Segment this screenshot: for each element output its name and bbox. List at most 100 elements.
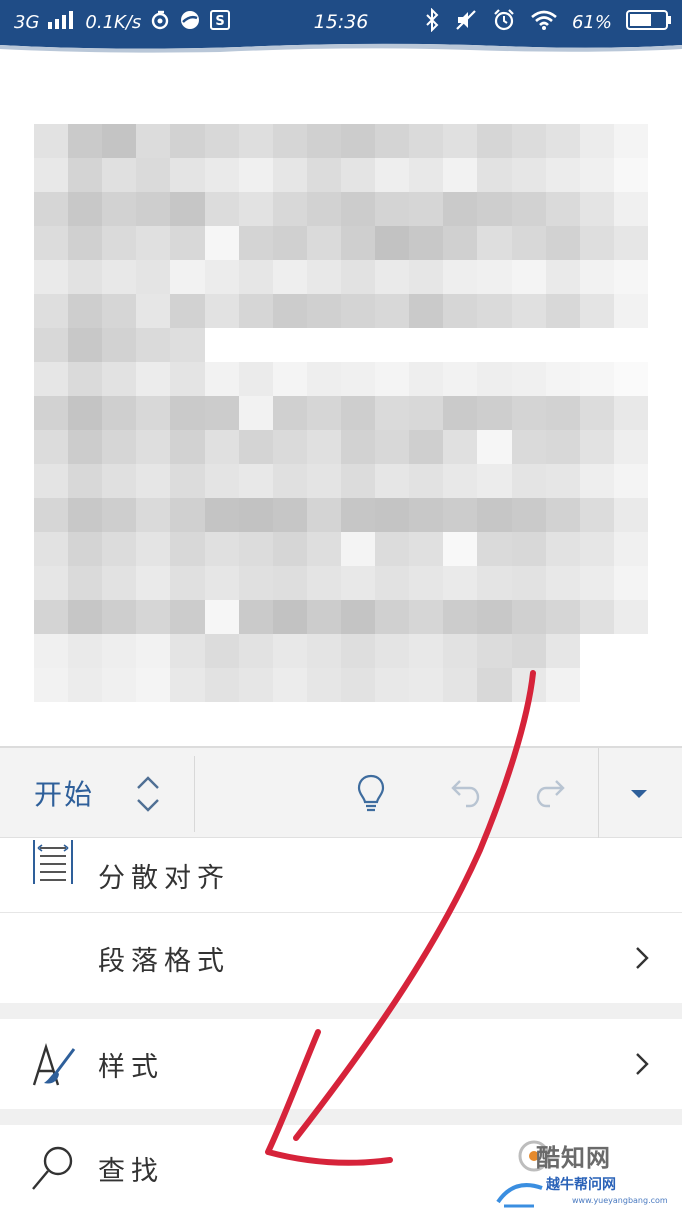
pixel-block bbox=[613, 192, 648, 226]
pixel-block bbox=[272, 396, 307, 430]
pixel-block bbox=[375, 498, 410, 532]
lightbulb-icon[interactable] bbox=[348, 770, 394, 816]
pixel-block bbox=[272, 294, 307, 328]
menu-item-distributed-align[interactable]: 分散对齐 bbox=[0, 838, 682, 912]
menu-item-paragraph-format[interactable]: 段落格式 bbox=[0, 913, 682, 1003]
pixel-block bbox=[613, 158, 648, 192]
pixel-block bbox=[375, 532, 410, 566]
pixel-block bbox=[545, 124, 580, 158]
tab-label-home[interactable]: 开始 bbox=[34, 748, 94, 838]
undo-icon[interactable] bbox=[440, 770, 486, 816]
pixel-block bbox=[409, 362, 444, 396]
document-canvas[interactable] bbox=[0, 54, 682, 746]
pixel-block bbox=[34, 634, 69, 668]
pixel-block bbox=[272, 498, 307, 532]
pixel-block bbox=[238, 158, 273, 192]
pixel-block bbox=[238, 668, 273, 702]
pixel-block bbox=[375, 260, 410, 294]
mute-icon bbox=[454, 8, 478, 36]
tab-switch-icon[interactable] bbox=[128, 770, 168, 818]
pixel-block bbox=[306, 464, 341, 498]
pixel-block bbox=[579, 532, 614, 566]
watermark-title: 酷知网 bbox=[536, 1144, 611, 1172]
battery-percent: 61% bbox=[571, 11, 612, 33]
pixel-block bbox=[136, 294, 171, 328]
pixel-block bbox=[579, 328, 614, 362]
pixel-block bbox=[34, 124, 69, 158]
pixel-block bbox=[477, 124, 512, 158]
pixel-block bbox=[272, 566, 307, 600]
menu-item-label: 分散对齐 bbox=[98, 862, 230, 894]
pixel-block bbox=[102, 192, 137, 226]
pixel-block bbox=[34, 294, 69, 328]
pixel-block bbox=[136, 328, 171, 362]
pixel-block bbox=[306, 600, 341, 634]
pixel-block bbox=[409, 634, 444, 668]
pixel-block bbox=[340, 634, 376, 668]
pixel-block bbox=[443, 226, 478, 260]
pixel-block bbox=[477, 328, 512, 362]
pixel-block bbox=[238, 124, 273, 158]
pixel-block bbox=[579, 396, 614, 430]
watermark-subtitle: 越牛帮问网 bbox=[546, 1177, 616, 1193]
pixel-block bbox=[170, 124, 205, 158]
pixel-block bbox=[34, 362, 69, 396]
pixel-block bbox=[306, 260, 341, 294]
pixel-block bbox=[409, 158, 444, 192]
pixel-block bbox=[375, 600, 410, 634]
pixel-block bbox=[272, 192, 307, 226]
pixel-block bbox=[443, 158, 478, 192]
pixel-block bbox=[136, 668, 171, 702]
pixel-block bbox=[579, 192, 614, 226]
pixel-block bbox=[68, 634, 103, 668]
pixel-block bbox=[477, 668, 512, 702]
pixel-block bbox=[204, 226, 239, 260]
pixel-block bbox=[477, 634, 512, 668]
pixel-block bbox=[375, 192, 410, 226]
pixel-block bbox=[272, 600, 307, 634]
pixel-block bbox=[375, 566, 410, 600]
pixel-block bbox=[238, 362, 273, 396]
pixel-block bbox=[102, 294, 137, 328]
pixel-block bbox=[272, 158, 307, 192]
pixel-block bbox=[340, 294, 376, 328]
pixel-block bbox=[443, 192, 478, 226]
pixel-block bbox=[136, 566, 171, 600]
pixel-block bbox=[545, 328, 580, 362]
pixel-block bbox=[340, 464, 376, 498]
pixel-block bbox=[204, 192, 239, 226]
pixel-block bbox=[579, 124, 614, 158]
pixel-block bbox=[477, 158, 512, 192]
wifi-icon bbox=[530, 9, 558, 35]
pixel-block bbox=[579, 634, 614, 668]
pixel-block bbox=[34, 226, 69, 260]
pixel-block bbox=[375, 294, 410, 328]
pixel-block bbox=[545, 158, 580, 192]
pixel-block bbox=[477, 532, 512, 566]
pixel-block bbox=[409, 396, 444, 430]
pixel-block bbox=[306, 532, 341, 566]
pixel-block bbox=[34, 396, 69, 430]
pixel-block bbox=[409, 226, 444, 260]
collapse-icon[interactable] bbox=[616, 770, 662, 816]
pixel-block bbox=[579, 294, 614, 328]
pixel-block bbox=[477, 362, 512, 396]
bluetooth-icon bbox=[424, 7, 440, 36]
alarm-icon bbox=[492, 8, 516, 36]
redo-icon[interactable] bbox=[530, 770, 576, 816]
pixel-block bbox=[340, 158, 376, 192]
ribbon-toolbar: 开始 bbox=[0, 746, 682, 838]
pixel-block bbox=[443, 260, 478, 294]
pixel-block bbox=[409, 464, 444, 498]
pixel-block bbox=[68, 600, 103, 634]
pixel-block bbox=[613, 124, 648, 158]
pixel-block bbox=[340, 226, 376, 260]
menu-item-styles[interactable]: 样式 bbox=[0, 1019, 682, 1109]
pixel-block bbox=[340, 260, 376, 294]
pixel-block bbox=[204, 294, 239, 328]
pixel-block bbox=[204, 668, 239, 702]
status-right: 61% bbox=[424, 0, 672, 44]
pixel-block bbox=[306, 566, 341, 600]
pixel-block bbox=[170, 668, 205, 702]
pixel-block bbox=[170, 396, 205, 430]
